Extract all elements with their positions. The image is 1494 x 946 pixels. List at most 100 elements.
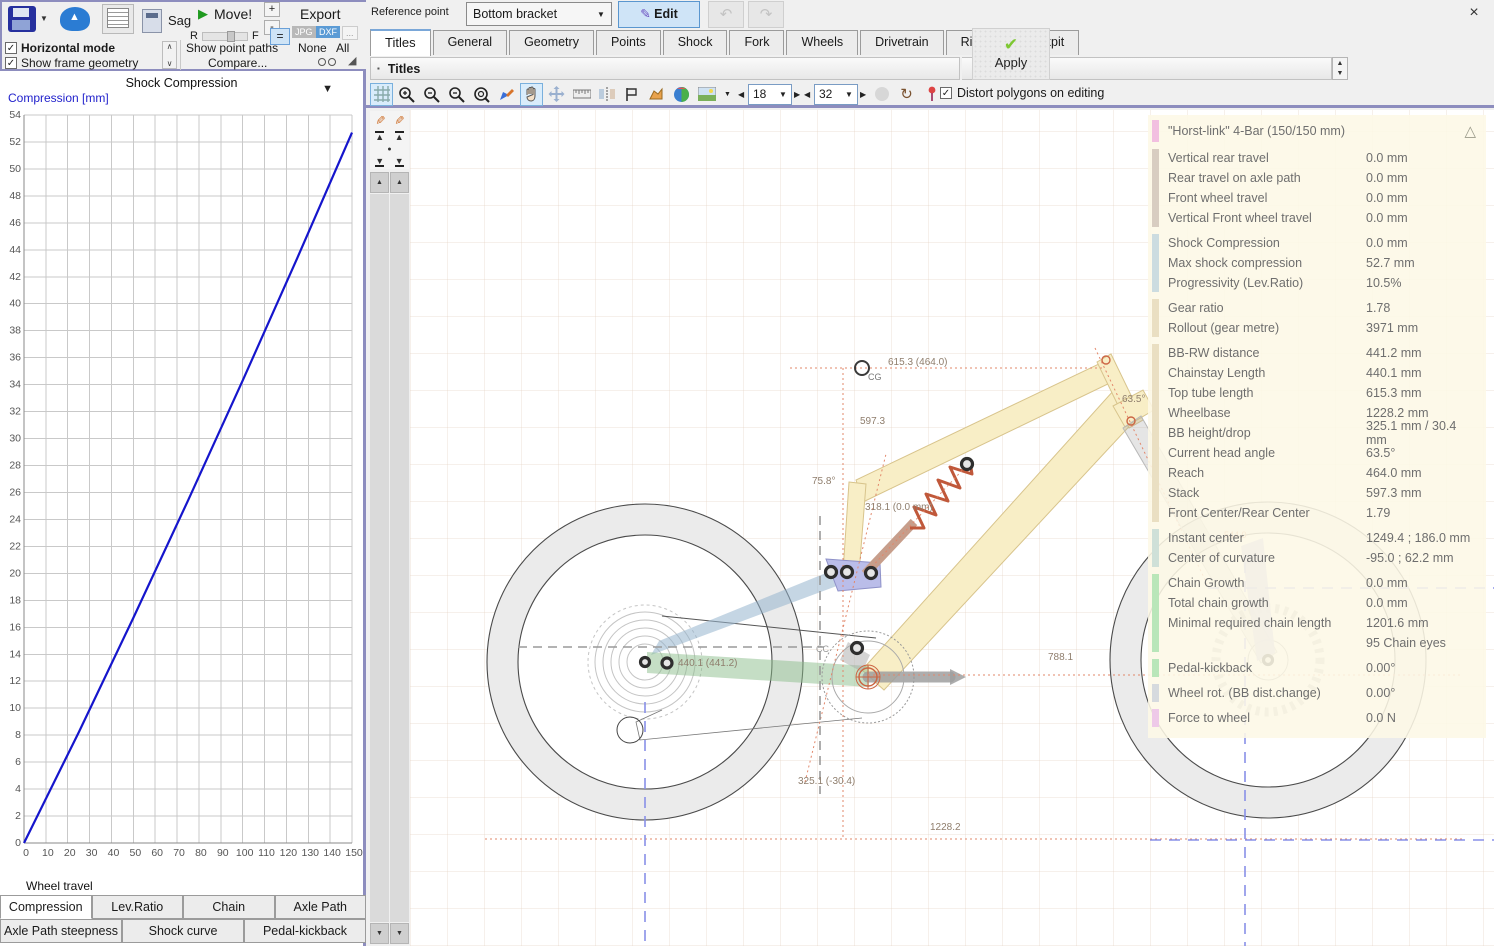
save-dropdown-icon[interactable]: ▼ [40, 14, 48, 23]
save-icon[interactable] [8, 6, 36, 32]
grid-toggle-icon[interactable] [370, 83, 393, 106]
paths-all-button[interactable]: All [336, 41, 349, 55]
collapse-icon[interactable]: △ [1464, 122, 1476, 140]
tab-points[interactable]: Points [596, 30, 661, 55]
spin-up-icon[interactable]: ▲ [1337, 60, 1344, 67]
sag-label[interactable]: Sag [168, 13, 191, 28]
spin-a-right-icon[interactable]: ▶ [794, 90, 802, 99]
tab-titles[interactable]: Titles [370, 29, 431, 56]
corner-resize-icon[interactable]: ◢ [348, 54, 356, 67]
export-label[interactable]: Export [300, 6, 340, 22]
chart-tick-label: 20 [64, 847, 76, 859]
rotate-icon[interactable]: ↻ [895, 83, 918, 106]
color-sphere-icon[interactable] [670, 83, 693, 106]
print-icon[interactable] [102, 4, 134, 34]
reference-point-dropdown[interactable]: Bottom bracket ▼ [466, 2, 612, 26]
tab-drivetrain[interactable]: Drivetrain [860, 30, 944, 55]
spin-b-right-icon[interactable]: ▶ [860, 90, 868, 99]
chart-tab-shock-curve[interactable]: Shock curve [122, 919, 244, 943]
frame-spinner[interactable]: ∧ ∨ [162, 41, 177, 69]
move-plus-button[interactable]: + [264, 2, 280, 17]
tab-wheels[interactable]: Wheels [786, 30, 858, 55]
undo-button[interactable]: ↶ [708, 1, 744, 28]
zoom-in-icon[interactable] [395, 83, 418, 106]
scroll-up-button[interactable]: ▲ [390, 172, 409, 193]
titles-section-header[interactable]: ▪ Titles [370, 57, 960, 80]
background-image-icon[interactable] [695, 83, 718, 106]
chart-tab-compression[interactable]: Compression [0, 895, 92, 919]
chart-tab-lev-ratio[interactable]: Lev.Ratio [92, 895, 184, 919]
align-bottom-icon[interactable]: ▼ [395, 157, 404, 167]
scrollbar-track[interactable] [370, 194, 389, 922]
chart-dropdown-icon[interactable]: ▼ [322, 83, 333, 95]
marker-pen-icon[interactable]: ✎ [373, 115, 387, 125]
paths-none-button[interactable]: None [298, 41, 327, 55]
move-play-icon[interactable]: ▶ [198, 6, 208, 22]
tab-general[interactable]: General [433, 30, 507, 55]
info-row: Wheel rot. (BB dist.change)0.00° [1168, 683, 1476, 703]
mirror-icon[interactable] [595, 83, 618, 106]
scrollbar-track[interactable] [390, 194, 409, 922]
measure-icon[interactable] [570, 83, 593, 106]
info-label: Force to wheel [1168, 711, 1366, 725]
linkage-canvas[interactable]: 615.3 (464.0) 597.3 75.8° 63.5° 318.1 (0… [410, 110, 1494, 946]
export-more-button[interactable]: ... [342, 26, 358, 40]
spin-down-icon[interactable]: ▼ [1337, 70, 1344, 77]
chart-tick-label: 110 [258, 847, 275, 859]
move-points-icon[interactable] [545, 83, 568, 106]
align-top-icon[interactable]: ▲ [375, 131, 384, 141]
chart-tab-pedal-kickback[interactable]: Pedal-kickback [244, 919, 366, 943]
image-dropdown-icon[interactable]: ▼ [724, 91, 732, 98]
move-button[interactable]: Move! [214, 6, 252, 22]
close-icon[interactable]: × [1464, 4, 1484, 22]
compression-chart: 0102030405060708090100110120130140150024… [0, 99, 366, 875]
align-bottom-icon[interactable]: ▼ [375, 157, 384, 167]
distort-checkbox[interactable]: ✓ [940, 87, 952, 99]
spinner-down-icon[interactable]: ∨ [167, 59, 173, 68]
chart-tab-axle-path-steepness[interactable]: Axle Path steepness [0, 919, 122, 943]
cloud-upload-icon[interactable] [60, 7, 90, 31]
export-jpg-button[interactable]: JPG [292, 26, 316, 38]
chart-tab-chain[interactable]: Chain [183, 895, 275, 919]
size-select-a[interactable]: 18 ▼ [748, 84, 792, 105]
apply-button[interactable]: ✔ Apply [972, 28, 1050, 80]
redo-button[interactable]: ↷ [748, 1, 784, 28]
info-label: Center of curvature [1168, 551, 1366, 565]
edit-button[interactable]: ✎ Edit [618, 1, 700, 28]
sag-calculator-icon[interactable] [142, 9, 162, 33]
scroll-down-button[interactable]: ▼ [370, 923, 389, 944]
horizontal-mode-checkbox[interactable]: ✓ [5, 42, 17, 54]
zoom-out-icon[interactable] [420, 83, 443, 106]
chart-tick-label: 40 [108, 847, 120, 859]
marker-pen-icon[interactable]: ✎ [392, 115, 406, 125]
info-row: Rollout (gear metre)3971 mm [1168, 318, 1476, 338]
pan-hand-icon[interactable] [520, 83, 543, 106]
spin-a-left-icon[interactable]: ◀ [738, 90, 746, 99]
tab-shock[interactable]: Shock [663, 30, 728, 55]
draw-pen-icon[interactable] [495, 83, 518, 106]
scroll-up-button[interactable]: ▲ [370, 172, 389, 193]
spin-b-left-icon[interactable]: ◀ [804, 90, 812, 99]
show-point-paths-label[interactable]: Show point paths [186, 41, 278, 55]
export-dxf-button[interactable]: DXF [316, 26, 340, 38]
info-label: Rear travel on axle path [1168, 171, 1366, 185]
polygon-icon[interactable] [645, 83, 668, 106]
info-value: 615.3 mm [1366, 386, 1476, 400]
edit-pen-icon: ✎ [640, 7, 650, 21]
bike-icon[interactable] [318, 57, 336, 67]
show-frame-geometry-checkbox[interactable]: ✓ [5, 57, 17, 69]
flag-icon[interactable] [620, 83, 643, 106]
size-select-b[interactable]: 32 ▼ [814, 84, 858, 105]
align-top-icon[interactable]: ▲ [395, 131, 404, 141]
chart-tick-label: 8 [15, 729, 21, 741]
zoom-selection-icon[interactable] [470, 83, 493, 106]
scroll-down-button[interactable]: ▼ [390, 923, 409, 944]
compare-button[interactable]: Compare... [208, 56, 267, 70]
tab-fork[interactable]: Fork [729, 30, 784, 55]
chart-tab-axle-path[interactable]: Axle Path [275, 895, 367, 919]
show-frame-geometry-label: Show frame geometry [21, 56, 138, 70]
titles-spinner[interactable]: ▲ ▼ [1332, 57, 1348, 80]
tab-geometry[interactable]: Geometry [509, 30, 594, 55]
zoom-extents-icon[interactable] [445, 83, 468, 106]
spinner-up-icon[interactable]: ∧ [167, 42, 173, 51]
